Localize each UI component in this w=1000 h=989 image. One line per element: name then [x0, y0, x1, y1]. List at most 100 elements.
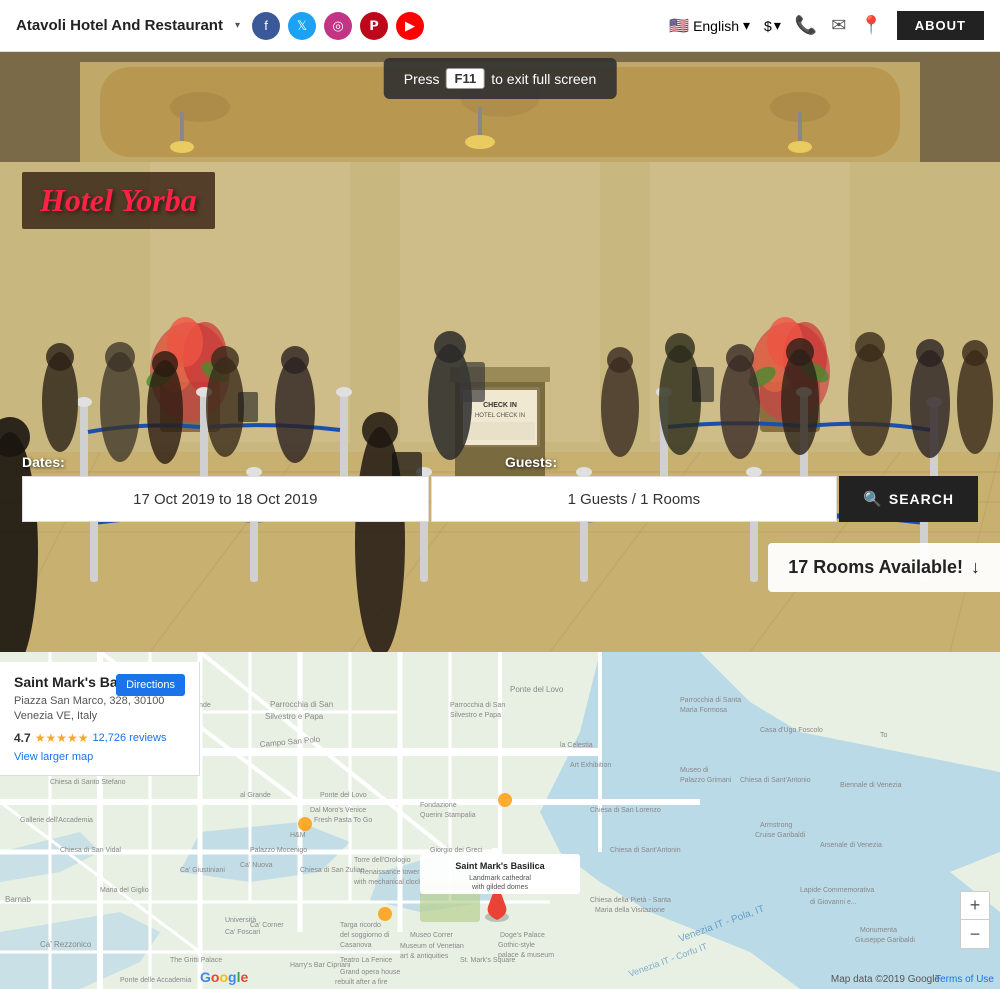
place-address: Piazza San Marco, 328, 30100 Venezia VE,… [14, 694, 185, 725]
search-icon: 🔍 [863, 490, 883, 508]
svg-text:Ca' Foscari: Ca' Foscari [225, 929, 261, 936]
google-e: e [240, 969, 248, 985]
map-info-card: Saint Mark's Basilica Piazza San Marco, … [0, 662, 200, 776]
zoom-in-button[interactable]: + [961, 892, 989, 920]
map-attribution: Map data ©2019 Google [831, 974, 940, 985]
guests-rooms-input[interactable]: 1 Guests / 1 Rooms [431, 476, 838, 522]
svg-text:Chiesa di San Vidal: Chiesa di San Vidal [60, 847, 121, 854]
facebook-icon[interactable]: f [252, 12, 280, 40]
svg-text:CHECK IN: CHECK IN [483, 402, 517, 409]
svg-text:Chiesa di Santo Stefano: Chiesa di Santo Stefano [50, 779, 126, 786]
svg-text:palace & museum: palace & museum [498, 952, 554, 959]
svg-text:Grand opera house: Grand opera house [340, 969, 400, 976]
flag-icon: 🇺🇸 [669, 16, 689, 36]
svg-text:Museo di: Museo di [680, 767, 709, 774]
svg-text:Giorgio dei Greci: Giorgio dei Greci [430, 847, 483, 854]
zoom-controls: + − [960, 891, 990, 949]
svg-text:Palazzo Grimani: Palazzo Grimani [680, 777, 732, 784]
pinterest-icon[interactable]: 𝗣 [360, 12, 388, 40]
search-label: SEARCH [889, 491, 954, 507]
email-icon[interactable]: ✉ [831, 15, 846, 36]
svg-text:Giuseppe Garibaldi: Giuseppe Garibaldi [855, 937, 915, 944]
svg-text:with gilded domes: with gilded domes [471, 884, 529, 891]
lobby-background: CHECK IN HOTEL CHECK IN [0, 52, 1000, 652]
place-rating: 4.7 ★★★★★ 12,726 reviews [14, 731, 185, 745]
location-icon[interactable]: 📍 [860, 15, 882, 36]
terms-of-use-link[interactable]: Terms of Use [935, 974, 994, 985]
svg-text:Parrocchia di San: Parrocchia di San [450, 702, 505, 709]
hotel-name: Hotel Yorba [40, 182, 197, 219]
svg-text:Parrocchia di San: Parrocchia di San [270, 700, 333, 709]
hotel-name-overlay: Hotel Yorba [22, 172, 215, 229]
svg-text:Museum of Venetian: Museum of Venetian [400, 943, 464, 950]
site-title-dropdown-icon[interactable]: ▾ [235, 20, 240, 31]
svg-text:To: To [880, 732, 888, 739]
svg-text:Casa d'Ugo Foscolo: Casa d'Ugo Foscolo [760, 727, 823, 734]
svg-text:Ponte del Lovo: Ponte del Lovo [320, 792, 367, 799]
svg-text:Gallerie dell'Accademia: Gallerie dell'Accademia [20, 817, 93, 824]
svg-text:Università: Università [225, 917, 256, 924]
language-selector[interactable]: 🇺🇸 English ▾ [669, 16, 750, 36]
svg-text:Ca' Nuova: Ca' Nuova [240, 862, 273, 869]
svg-text:del soggiorno di: del soggiorno di [340, 932, 390, 939]
svg-text:Ponte del Lovo: Ponte del Lovo [510, 685, 564, 694]
svg-text:Biennale di Venezia: Biennale di Venezia [840, 782, 902, 789]
address-line2: Venezia VE, Italy [14, 710, 97, 722]
svg-text:Landmark cathedral: Landmark cathedral [469, 875, 531, 882]
svg-text:Silvestro e Papa: Silvestro e Papa [450, 712, 501, 719]
svg-text:Gothic-style: Gothic-style [498, 942, 535, 949]
twitter-icon[interactable]: 𝕏 [288, 12, 316, 40]
svg-text:Palazzo Mocenigo: Palazzo Mocenigo [250, 847, 307, 854]
svg-text:rebuilt after a fire: rebuilt after a fire [335, 979, 388, 986]
svg-text:Chiesa della Pietà - Santa: Chiesa della Pietà - Santa [590, 897, 671, 904]
svg-text:Museo Correr: Museo Correr [410, 932, 453, 939]
address-line1: Piazza San Marco, 328, 30100 [14, 695, 164, 707]
svg-text:with mechanical clock: with mechanical clock [353, 879, 422, 886]
about-button[interactable]: ABOUT [897, 11, 984, 40]
svg-text:Lapide Commemorativa: Lapide Commemorativa [800, 887, 874, 894]
svg-text:la Celestia: la Celestia [560, 742, 593, 749]
svg-text:Casanova: Casanova [340, 942, 372, 949]
view-larger-map-link[interactable]: View larger map [14, 751, 93, 763]
booking-inputs: 17 Oct 2019 to 18 Oct 2019 1 Guests / 1 … [22, 476, 978, 522]
hero-section: CHECK IN HOTEL CHECK IN [0, 52, 1000, 652]
svg-text:al Grande: al Grande [240, 792, 271, 799]
svg-text:Ca' Giustiniani: Ca' Giustiniani [180, 867, 225, 874]
svg-text:Barnab: Barnab [5, 895, 31, 904]
tooltip-suffix: to exit full screen [491, 71, 596, 87]
currency-dropdown-icon: ▾ [774, 17, 781, 34]
instagram-icon[interactable]: ◎ [324, 12, 352, 40]
svg-text:Maria Formosa: Maria Formosa [680, 707, 727, 714]
svg-text:Targa ricordo: Targa ricordo [340, 922, 381, 929]
svg-text:Arsenale di Venezia: Arsenale di Venezia [820, 842, 882, 849]
youtube-icon[interactable]: ▶ [396, 12, 424, 40]
language-dropdown-icon: ▾ [743, 17, 750, 34]
svg-text:di Giovanni e...: di Giovanni e... [810, 899, 857, 906]
svg-text:Chiesa di San Zulian: Chiesa di San Zulian [300, 867, 365, 874]
f11-key-badge: F11 [446, 68, 486, 89]
fullscreen-tooltip: Press F11 to exit full screen [384, 58, 617, 99]
date-range-input[interactable]: 17 Oct 2019 to 18 Oct 2019 [22, 476, 429, 522]
review-count: 12,726 reviews [92, 732, 166, 744]
site-title[interactable]: Atavoli Hotel And Restaurant [16, 17, 223, 34]
currency-symbol: $ [764, 18, 772, 34]
svg-text:Fondazione: Fondazione [420, 802, 457, 809]
google-logo: Google [200, 969, 248, 985]
rating-number: 4.7 [14, 731, 31, 745]
svg-text:Cruise Garibaldi: Cruise Garibaldi [755, 832, 806, 839]
google-o2: o [219, 969, 228, 985]
search-button[interactable]: 🔍 SEARCH [839, 476, 978, 522]
svg-text:Saint Mark's Basilica: Saint Mark's Basilica [455, 861, 545, 871]
booking-labels: Dates: Guests: [22, 454, 978, 470]
svg-text:Monumenta: Monumenta [860, 927, 897, 934]
svg-text:Parrocchia di Santa: Parrocchia di Santa [680, 697, 741, 704]
header: Atavoli Hotel And Restaurant ▾ f 𝕏 ◎ 𝗣 ▶… [0, 0, 1000, 52]
language-label: English [693, 18, 739, 34]
zoom-out-button[interactable]: − [961, 920, 989, 948]
currency-selector[interactable]: $ ▾ [764, 17, 781, 34]
svg-text:HOTEL CHECK IN: HOTEL CHECK IN [475, 413, 525, 419]
phone-icon[interactable]: 📞 [795, 15, 817, 36]
guests-label: Guests: [495, 454, 978, 470]
directions-button[interactable]: Directions [116, 674, 185, 696]
svg-text:Chiesa di San Lorenzo: Chiesa di San Lorenzo [590, 807, 661, 814]
